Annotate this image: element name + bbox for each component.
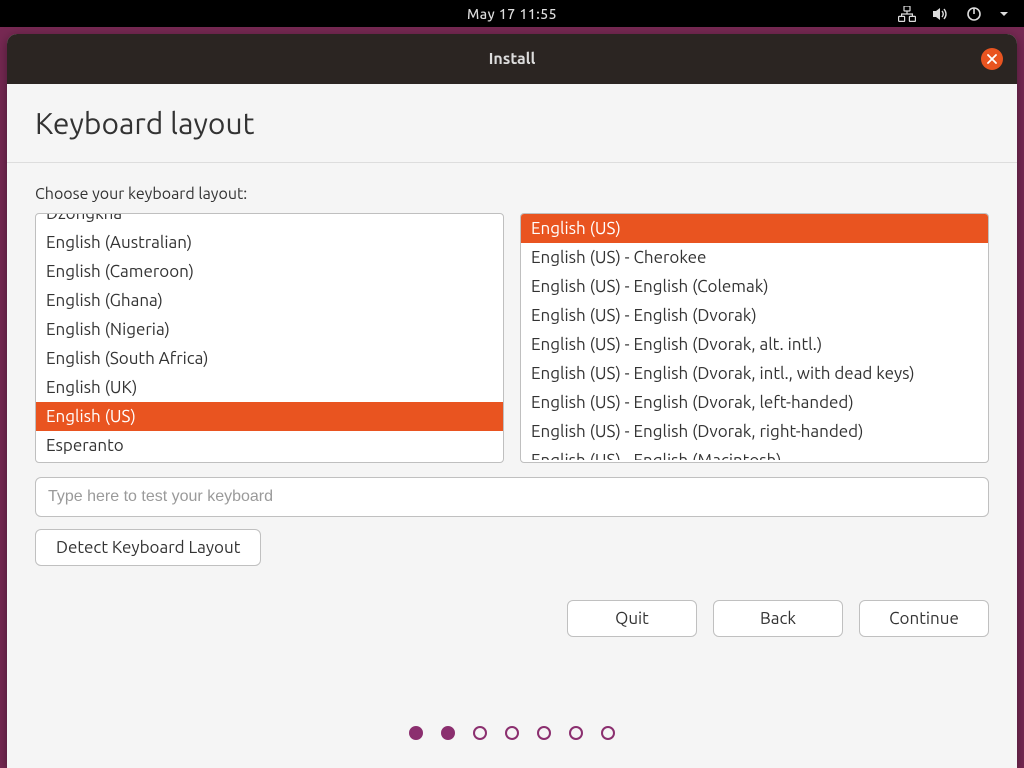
layout-left-item[interactable]: English (US) (36, 402, 503, 431)
layout-left-item[interactable]: Esperanto (36, 431, 503, 460)
topbar-clock: May 17 11:55 (467, 6, 557, 22)
layout-left-item[interactable]: English (Nigeria) (36, 315, 503, 344)
layout-left-item[interactable]: English (Ghana) (36, 286, 503, 315)
continue-button[interactable]: Continue (859, 600, 989, 637)
layout-right-item[interactable]: English (US) - English (Dvorak, intl., w… (521, 359, 988, 388)
content-area: Keyboard layout Choose your keyboard lay… (7, 84, 1017, 768)
layout-left-item[interactable]: English (South Africa) (36, 344, 503, 373)
layout-lists: DzongkhaEnglish (Australian)English (Cam… (35, 213, 989, 463)
window-titlebar: Install (7, 34, 1017, 84)
quit-button[interactable]: Quit (567, 600, 697, 637)
layout-left-item[interactable]: Dzongkha (36, 213, 503, 228)
desktop-background: Install Keyboard layout Choose your keyb… (0, 27, 1024, 768)
progress-dot (569, 726, 583, 740)
layout-left-item[interactable]: English (Australian) (36, 228, 503, 257)
page-header: Keyboard layout (7, 84, 1017, 163)
back-button[interactable]: Back (713, 600, 843, 637)
power-icon[interactable] (966, 6, 982, 22)
progress-dot (537, 726, 551, 740)
progress-dot (473, 726, 487, 740)
detect-keyboard-button[interactable]: Detect Keyboard Layout (35, 529, 261, 566)
progress-dots (7, 698, 1017, 768)
layout-list-left[interactable]: DzongkhaEnglish (Australian)English (Cam… (35, 213, 504, 463)
close-icon (987, 54, 997, 64)
installer-window: Install Keyboard layout Choose your keyb… (7, 34, 1017, 768)
system-topbar: May 17 11:55 (0, 0, 1024, 27)
topbar-tray (898, 0, 1010, 27)
layout-right-item[interactable]: English (US) (521, 214, 988, 243)
layout-left-item[interactable]: English (Cameroon) (36, 257, 503, 286)
layout-right-item[interactable]: English (US) - English (Dvorak) (521, 301, 988, 330)
layout-right-item[interactable]: English (US) - English (Dvorak, right-ha… (521, 417, 988, 446)
progress-dot (505, 726, 519, 740)
close-button[interactable] (981, 48, 1003, 70)
layout-right-item[interactable]: English (US) - English (Dvorak, alt. int… (521, 330, 988, 359)
layout-right-item[interactable]: English (US) - English (Colemak) (521, 272, 988, 301)
progress-dot (441, 726, 455, 740)
layout-left-item[interactable]: English (UK) (36, 373, 503, 402)
page-title: Keyboard layout (35, 106, 989, 140)
nav-buttons: Quit Back Continue (35, 600, 989, 637)
layout-right-item[interactable]: English (US) - English (Macintosh) (521, 446, 988, 460)
progress-dot (409, 726, 423, 740)
chevron-down-icon[interactable] (998, 8, 1010, 20)
network-icon[interactable] (898, 6, 916, 22)
progress-dot (601, 726, 615, 740)
layout-right-item[interactable]: English (US) - English (Dvorak, left-han… (521, 388, 988, 417)
volume-icon[interactable] (932, 6, 950, 22)
layout-list-right[interactable]: English (US)English (US) - CherokeeEngli… (520, 213, 989, 463)
layout-prompt: Choose your keyboard layout: (35, 185, 989, 203)
window-title: Install (489, 50, 536, 68)
layout-right-item[interactable]: English (US) - Cherokee (521, 243, 988, 272)
page-body: Choose your keyboard layout: DzongkhaEng… (7, 163, 1017, 698)
keyboard-test-input[interactable] (35, 477, 989, 517)
